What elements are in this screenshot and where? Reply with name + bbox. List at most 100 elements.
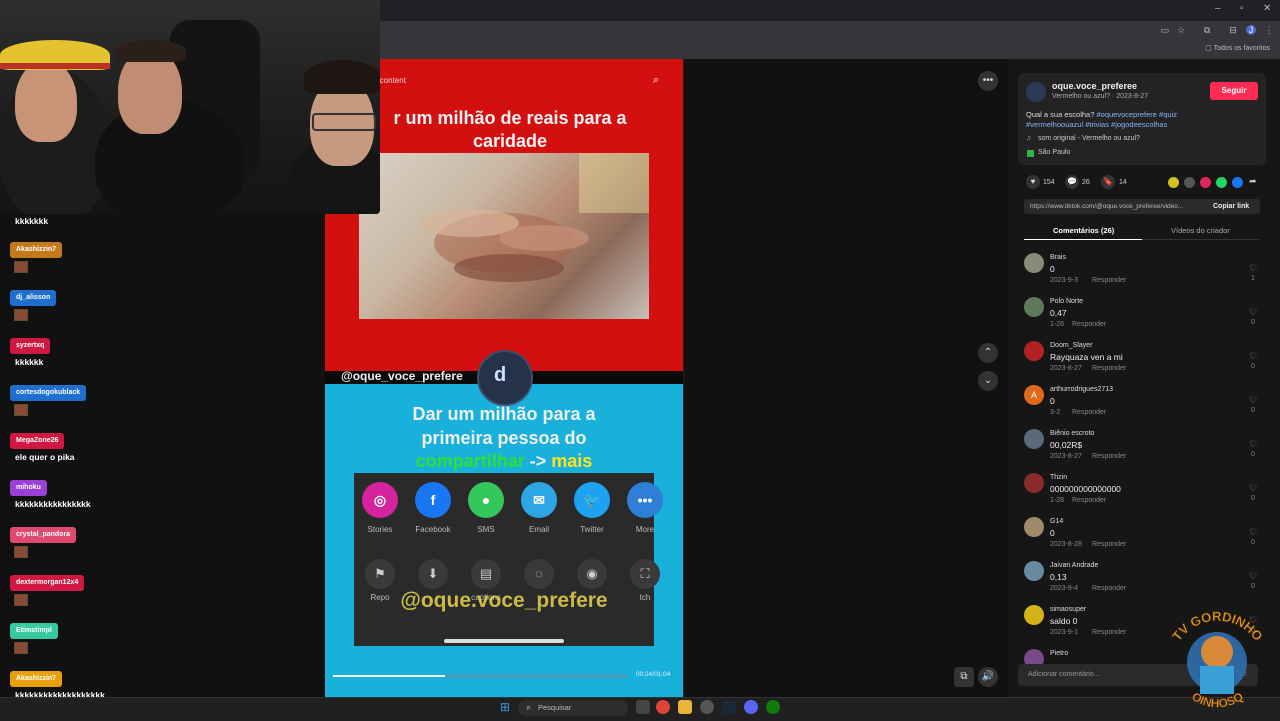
reply-button[interactable]: Responder	[1072, 409, 1106, 416]
share-coin-icon[interactable]	[1168, 177, 1179, 188]
comment-author[interactable]: Brais	[1050, 254, 1066, 261]
comment-author[interactable]: Doom_Slayer	[1050, 342, 1092, 349]
file-explorer-icon[interactable]	[678, 700, 692, 714]
share-action-icon[interactable]: ◌	[524, 559, 554, 589]
follow-button[interactable]: Seguir	[1210, 82, 1258, 100]
video-progress-bar[interactable]	[333, 675, 628, 677]
comment-like-icon[interactable]: ♡	[1249, 527, 1257, 538]
embed-icon[interactable]	[1184, 177, 1195, 188]
facebook-icon[interactable]	[1232, 177, 1243, 188]
share-action-icon[interactable]: ◉	[577, 559, 607, 589]
windows-start-icon[interactable]: ⊞	[500, 700, 510, 714]
chat-username[interactable]: MegaZone26	[10, 433, 65, 449]
copy-link-button[interactable]: Copiar link	[1213, 203, 1249, 210]
extensions-icon[interactable]: ⧉	[1202, 25, 1212, 35]
comment-avatar[interactable]: A	[1024, 385, 1044, 405]
chat-username[interactable]: Etimstimpl	[10, 623, 58, 639]
bookmark-icon[interactable]: 🔖	[1101, 175, 1115, 189]
share-arrow-icon[interactable]: ➦	[1249, 176, 1257, 187]
chat-username[interactable]: cortesdogokublack	[10, 385, 87, 401]
hashtags-line1[interactable]: #oquevoceprefere #quiz	[1096, 110, 1176, 119]
tab-creator-videos[interactable]: Vídeos do criador	[1171, 226, 1230, 235]
creator-avatar[interactable]	[1026, 82, 1046, 102]
chat-username[interactable]: mihoku	[10, 480, 47, 496]
chat-username[interactable]: dj_alisson	[10, 290, 57, 306]
comment-avatar[interactable]	[1024, 297, 1044, 317]
profile-avatar[interactable]: J	[1246, 25, 1256, 35]
comment-author[interactable]: simaosuper	[1050, 606, 1086, 613]
chat-username[interactable]: crystal_pandora	[10, 527, 77, 543]
share-more-icon[interactable]: •••	[627, 482, 663, 518]
chrome-icon[interactable]	[656, 700, 670, 714]
comment-author[interactable]: Polo Norte	[1050, 298, 1083, 305]
chat-username[interactable]: Akashizzin7	[10, 671, 63, 687]
chat-username[interactable]: syzertxq	[10, 338, 51, 354]
comment-like-icon[interactable]: ♡	[1249, 483, 1257, 494]
comment-author[interactable]: G14	[1050, 518, 1063, 525]
comment-avatar[interactable]	[1024, 253, 1044, 273]
creator-username[interactable]: oque.voce_preferee	[1052, 81, 1137, 91]
whatsapp-icon[interactable]	[1216, 177, 1227, 188]
reply-button[interactable]: Responder	[1092, 629, 1126, 636]
reply-button[interactable]: Responder	[1092, 585, 1126, 592]
comment-author[interactable]: Biênio escroto	[1050, 430, 1094, 437]
steam-icon[interactable]	[722, 700, 736, 714]
share-sms-icon[interactable]: ●	[468, 482, 504, 518]
menu-icon[interactable]: ⋮	[1264, 25, 1274, 35]
reply-button[interactable]: Responder	[1092, 277, 1126, 284]
location-name[interactable]: São Paulo	[1038, 149, 1070, 156]
chat-username[interactable]: dextermorgan12x4	[10, 575, 85, 591]
reply-button[interactable]: Responder	[1092, 453, 1126, 460]
chat-username[interactable]: Akashizzin7	[10, 242, 63, 258]
xbox-icon[interactable]	[766, 700, 780, 714]
comment-like-icon[interactable]: ♡	[1249, 307, 1257, 318]
reply-button[interactable]: Responder	[1092, 541, 1126, 548]
send-icon[interactable]	[1200, 177, 1211, 188]
share-twitter-icon[interactable]: 🐦	[574, 482, 610, 518]
share-action-icon[interactable]: ▤	[471, 559, 501, 589]
sound-name[interactable]: som original - Vermelho ou azul?	[1038, 135, 1140, 142]
share-facebook-icon[interactable]: f	[415, 482, 451, 518]
reply-button[interactable]: Responder	[1072, 321, 1106, 328]
maximize-button[interactable]: ▫	[1240, 3, 1244, 14]
share-action-icon[interactable]: ⛶	[630, 559, 660, 589]
heart-icon[interactable]: ♥	[1026, 175, 1040, 189]
task-view-icon[interactable]	[636, 700, 650, 714]
share-action-icon[interactable]: ⚑	[365, 559, 395, 589]
pip-button[interactable]: ⧉	[954, 667, 974, 687]
next-video-button[interactable]: ⌄	[978, 371, 998, 391]
comment-like-icon[interactable]: ♡	[1249, 395, 1257, 406]
share-email-icon[interactable]: ✉	[521, 482, 557, 518]
reply-button[interactable]: Responder	[1092, 365, 1126, 372]
comment-like-icon[interactable]: ♡	[1249, 439, 1257, 450]
comment-like-icon[interactable]: ♡	[1249, 351, 1257, 362]
minimize-button[interactable]: –	[1215, 3, 1221, 14]
reply-button[interactable]: Responder	[1072, 497, 1106, 504]
star-icon[interactable]: ☆	[1176, 25, 1186, 35]
discord-icon[interactable]	[744, 700, 758, 714]
volume-button[interactable]: 🔊	[978, 667, 998, 687]
comment-like-icon[interactable]: ♡	[1249, 571, 1257, 582]
cast-icon[interactable]: ▭	[1160, 25, 1170, 35]
comment-like-icon[interactable]: ♡	[1249, 263, 1257, 274]
app-icon[interactable]	[700, 700, 714, 714]
taskbar-search[interactable]: ⌕ Pesquisar	[518, 700, 628, 716]
comment-author[interactable]: Jaivan Andrade	[1050, 562, 1098, 569]
add-comment-input[interactable]: Adicionar comentário...	[1028, 671, 1100, 678]
comment-avatar[interactable]	[1024, 473, 1044, 493]
comment-avatar[interactable]	[1024, 605, 1044, 625]
sidebar-icon[interactable]: ⊟	[1228, 25, 1238, 35]
share-stories-icon[interactable]: ◎	[362, 482, 398, 518]
search-icon[interactable]: ⌕	[653, 74, 659, 87]
comment-avatar[interactable]	[1024, 561, 1044, 581]
comment-avatar[interactable]	[1024, 517, 1044, 537]
comment-author[interactable]: Pietro	[1050, 650, 1068, 657]
comment-author[interactable]: Thzin	[1050, 474, 1067, 481]
share-action-icon[interactable]: ⬇	[418, 559, 448, 589]
comment-avatar[interactable]	[1024, 341, 1044, 361]
more-options-button[interactable]: •••	[978, 71, 998, 91]
comment-author[interactable]: arthurrodrigues2713	[1050, 386, 1113, 393]
hashtags-line2[interactable]: #vermelhoouazul #trivias #jogodeescolhas	[1026, 120, 1167, 129]
all-bookmarks-link[interactable]: ▢ Todos os favoritos	[1205, 44, 1270, 52]
close-window-button[interactable]: ✕	[1263, 3, 1271, 14]
